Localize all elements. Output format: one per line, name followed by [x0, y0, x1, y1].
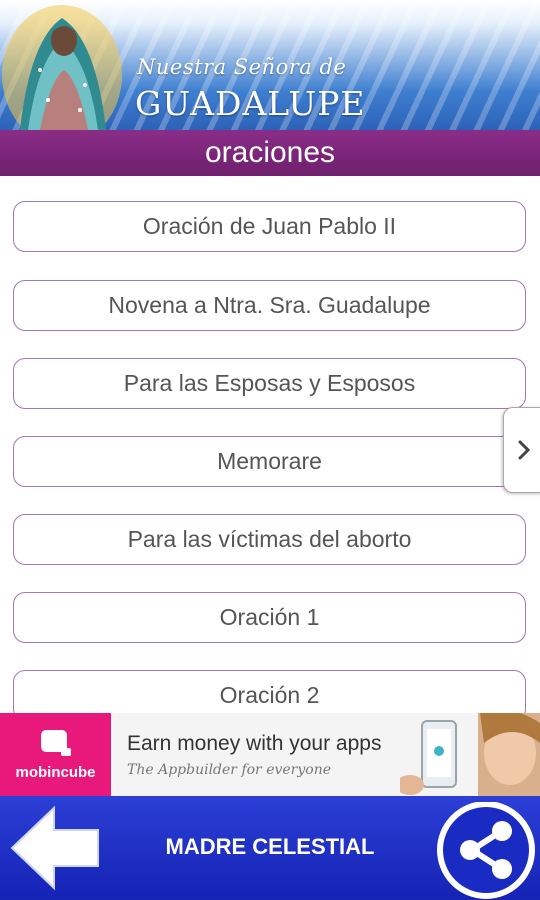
- prayer-button-victimas-aborto[interactable]: Para las víctimas del aborto: [13, 514, 526, 565]
- back-arrow-icon[interactable]: [8, 802, 103, 894]
- prayer-button-memorare[interactable]: Memorare: [13, 436, 526, 487]
- bottom-title: MADRE CELESTIAL: [165, 834, 375, 859]
- prayer-button-novena[interactable]: Novena a Ntra. Sra. Guadalupe: [13, 280, 526, 331]
- prayer-button-juan-pablo[interactable]: Oración de Juan Pablo II: [13, 201, 526, 252]
- ad-brand: mobincube: [15, 764, 96, 781]
- mobincube-logo-icon: [40, 730, 71, 756]
- header-title: GUADALUPE: [135, 84, 366, 123]
- prayer-button-oracion-2[interactable]: Oración 2: [13, 670, 526, 713]
- chevron-right-icon: [518, 440, 530, 460]
- ad-headline: Earn money with your apps: [127, 732, 382, 755]
- app-header: Nuestra Señora de GUADALUPE: [0, 0, 540, 130]
- virgin-of-guadalupe-image: [2, 5, 122, 130]
- header-subtitle: Nuestra Señora de: [137, 55, 347, 79]
- ad-tagline: The Appbuilder for everyone: [127, 762, 332, 778]
- mobincube-logo: mobincube: [0, 713, 111, 796]
- section-title-bar: oraciones: [0, 130, 540, 176]
- share-icon[interactable]: [436, 802, 538, 900]
- prayer-button-esposos[interactable]: Para las Esposas y Esposos: [13, 358, 526, 409]
- ad-photo: [400, 713, 540, 796]
- prayer-button-oracion-1[interactable]: Oración 1: [13, 592, 526, 643]
- side-drawer-tab[interactable]: [503, 407, 540, 493]
- ad-banner[interactable]: mobincube Earn money with your apps The …: [0, 713, 540, 796]
- prayer-list[interactable]: Oración de Juan Pablo II Novena a Ntra. …: [0, 176, 540, 713]
- section-title: oraciones: [204, 136, 336, 169]
